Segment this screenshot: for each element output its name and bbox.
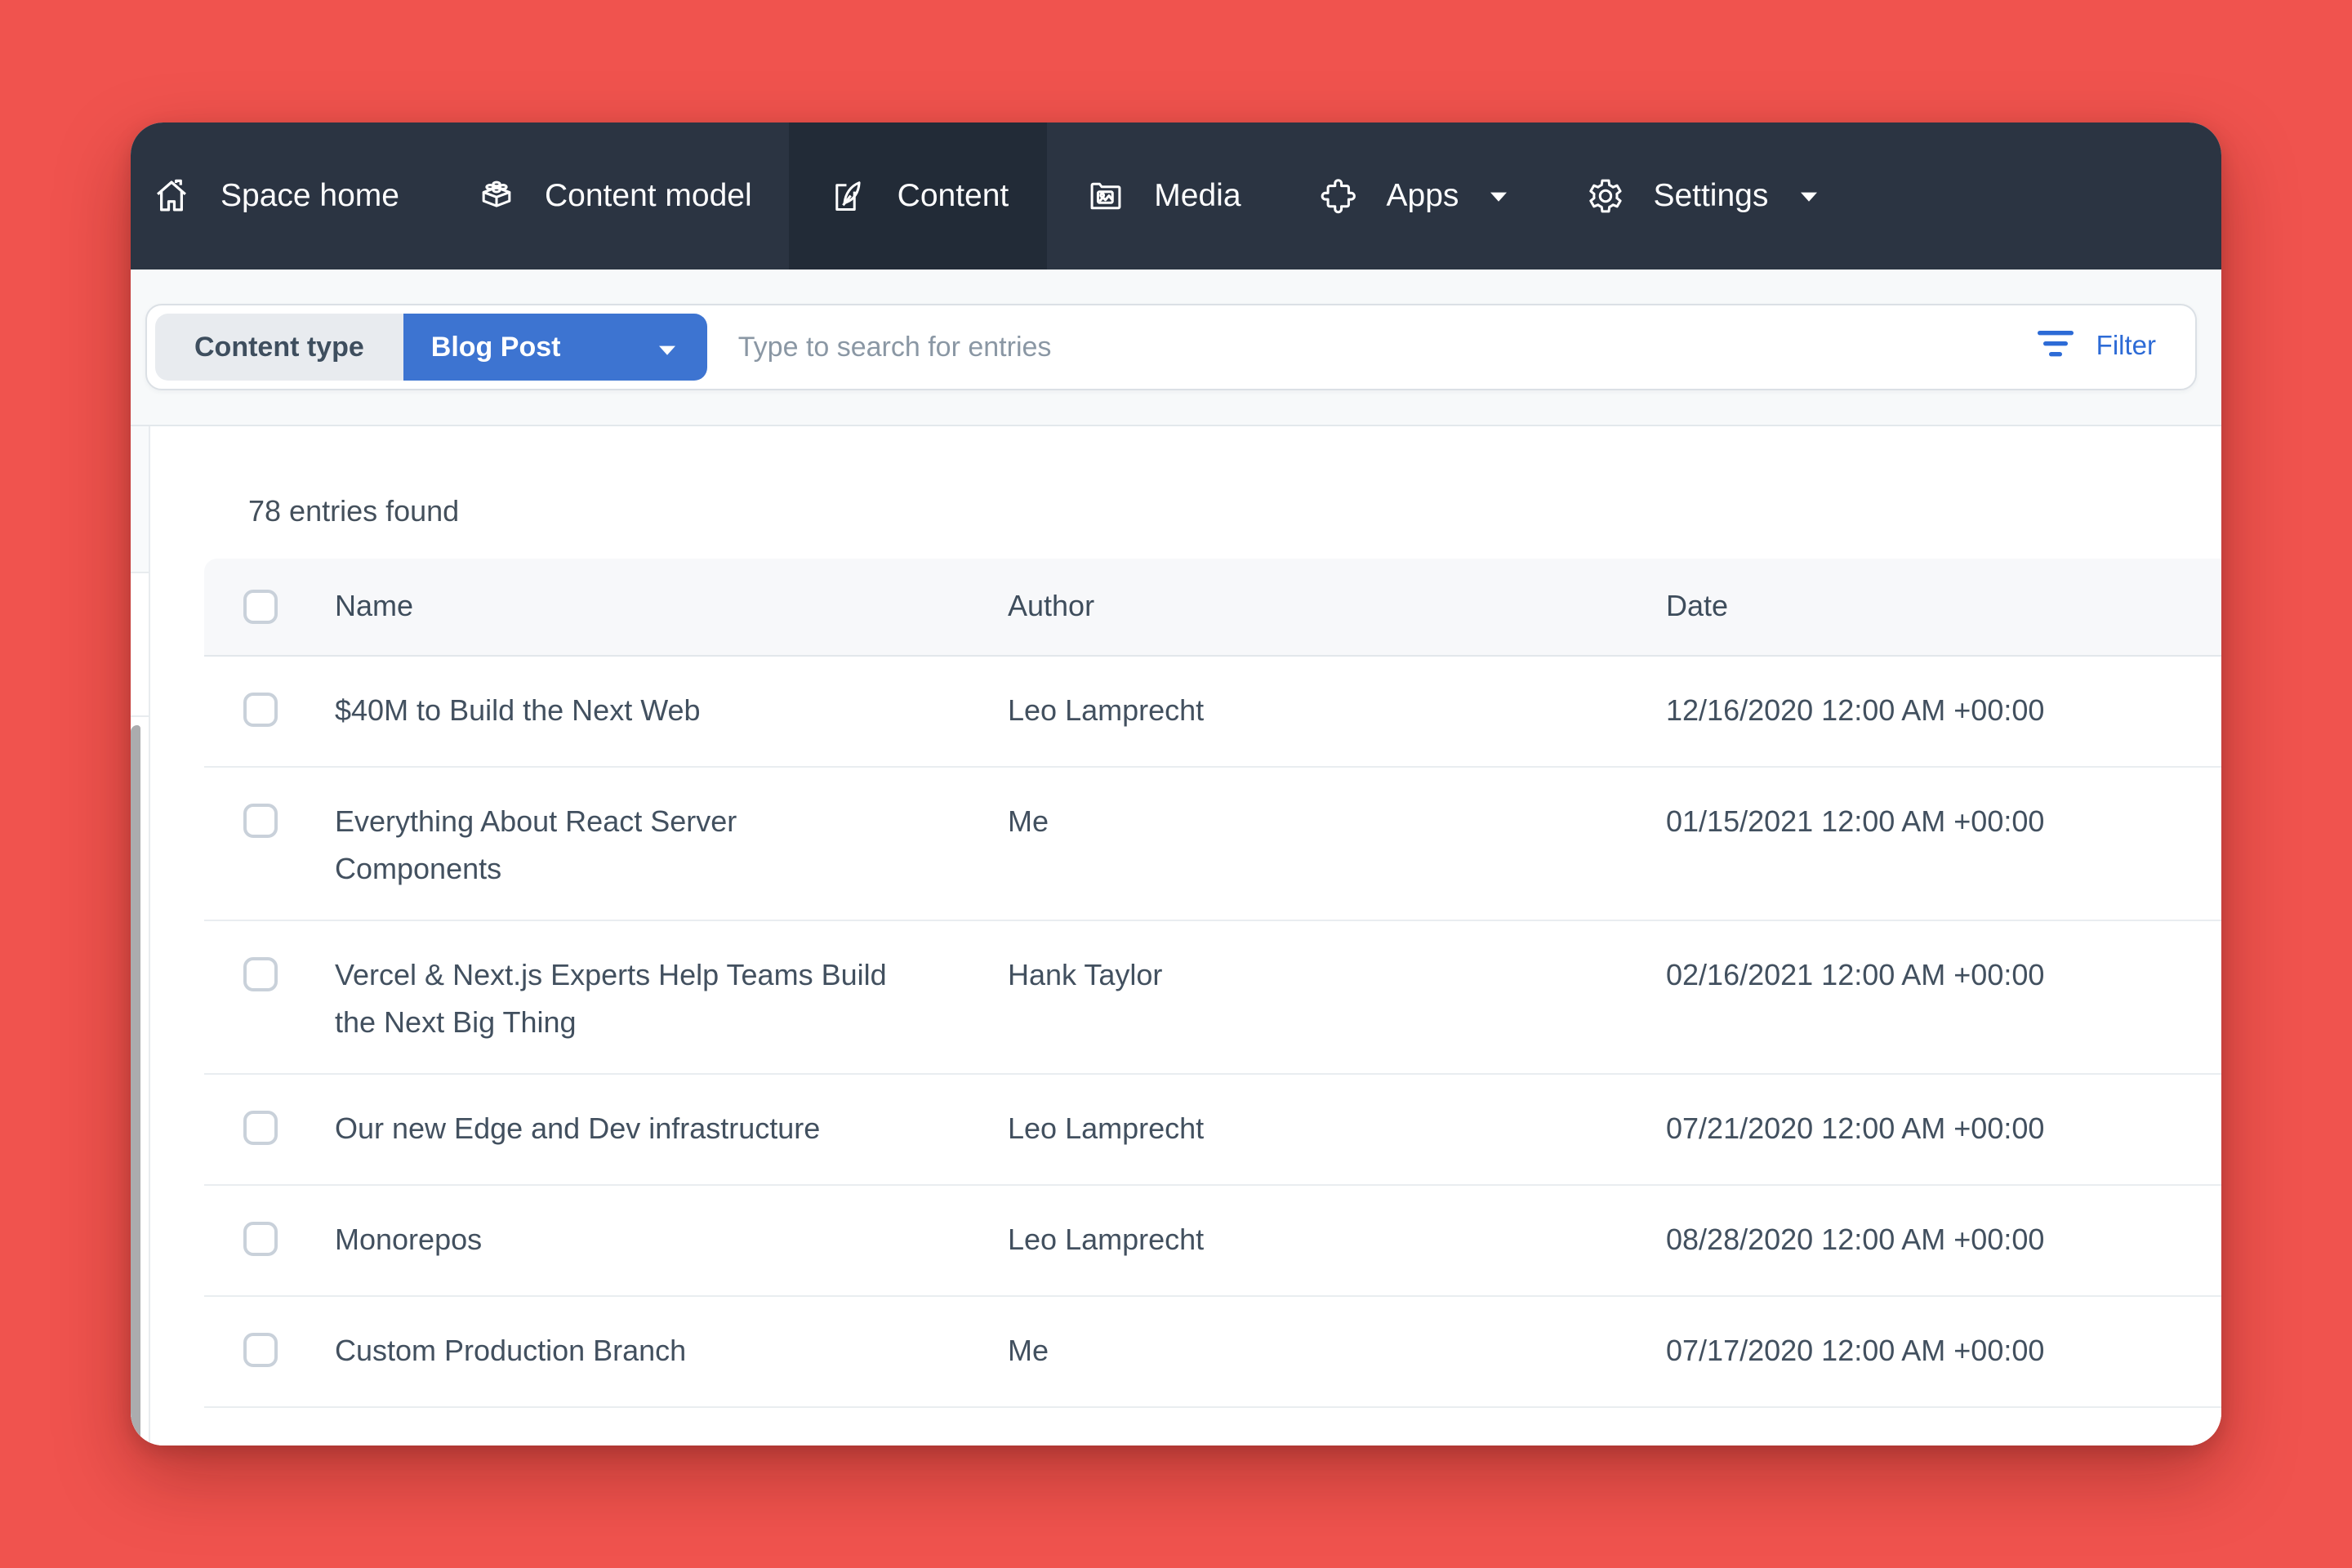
select-all-checkbox[interactable]	[243, 590, 278, 624]
nav-item-space-home[interactable]: Space home	[131, 122, 437, 270]
table-row[interactable]: $40M to Build the Next Web Leo Lamprecht…	[204, 657, 2221, 768]
chevron-down-icon	[658, 331, 676, 363]
table-row[interactable]: Vercel & Next.js Experts Help Teams Buil…	[204, 921, 2221, 1075]
gear-icon	[1583, 175, 1625, 217]
table-header-row: Name Author Date	[204, 559, 2221, 657]
entry-date: 08/28/2020 12:00 AM +00:00	[1666, 1217, 2221, 1264]
lego-brick-icon	[474, 175, 517, 217]
table-row[interactable]: Custom Production Branch Me 07/17/2020 1…	[204, 1297, 2221, 1408]
app-window: Space home Content model	[131, 122, 2221, 1446]
entry-author: Me	[1008, 1328, 1465, 1375]
entries-table: Name Author Date $40M to Build the Next …	[204, 559, 2221, 1446]
nav-item-settings[interactable]: Settings	[1545, 122, 1855, 270]
filter-icon	[2038, 329, 2075, 365]
entry-name: $40M to Build the Next Web	[335, 688, 890, 735]
content-type-value: Blog Post	[431, 331, 561, 363]
row-checkbox[interactable]	[243, 957, 278, 991]
nav-item-content-model[interactable]: Content model	[437, 122, 790, 270]
nav-item-content[interactable]: Content	[790, 122, 1047, 270]
entry-author: Leo Lamprecht	[1008, 1106, 1465, 1153]
search-input[interactable]	[707, 329, 2018, 365]
entry-search-bar: Content type Blog Post	[145, 304, 2197, 390]
top-navigation: Space home Content model	[131, 122, 2221, 270]
nav-item-label: Media	[1154, 177, 1241, 215]
entries-count: 78 entries found	[248, 495, 459, 529]
filter-label: Filter	[2096, 332, 2156, 363]
entry-name: Vercel & Next.js Experts Help Teams Buil…	[335, 952, 890, 1047]
content-type-label: Content type	[155, 314, 403, 381]
nav-item-label: Content model	[545, 177, 752, 215]
home-icon	[150, 175, 193, 217]
background-page-sliver	[131, 725, 140, 1446]
entry-date: 01/15/2021 12:00 AM +00:00	[1666, 799, 2221, 846]
entry-date: 02/16/2021 12:00 AM +00:00	[1666, 952, 2221, 1000]
background-page-segment	[131, 426, 149, 573]
chevron-down-icon	[1799, 190, 1817, 202]
table-row[interactable]: Our new Edge and Dev infrastructure Leo …	[204, 1075, 2221, 1186]
entry-name: Our new Edge and Dev infrastructure	[335, 1106, 890, 1153]
row-checkbox[interactable]	[243, 1111, 278, 1145]
nav-item-media[interactable]: Media	[1046, 122, 1278, 270]
column-header-author: Author	[1008, 590, 1465, 624]
entry-date: 07/17/2020 12:00 AM +00:00	[1666, 1328, 2221, 1375]
content-area: 78 entries found Name Author Date $40M t…	[131, 426, 2221, 1446]
entry-name: Custom Production Branch	[335, 1328, 890, 1375]
table-row[interactable]: Monorepos Leo Lamprecht 08/28/2020 12:00…	[204, 1186, 2221, 1297]
column-header-date: Date	[1666, 590, 2221, 624]
entry-name: Everything About React Server Components	[335, 799, 890, 893]
entry-name: Monorepos	[335, 1217, 890, 1264]
nav-item-label: Content	[898, 177, 1009, 215]
row-checkbox[interactable]	[243, 804, 278, 838]
filter-button[interactable]: Filter	[2018, 329, 2195, 365]
row-checkbox[interactable]	[243, 1222, 278, 1256]
entry-date: 07/21/2020 12:00 AM +00:00	[1666, 1106, 2221, 1153]
puzzle-icon	[1316, 175, 1359, 217]
column-header-name: Name	[335, 590, 890, 624]
nav-item-label: Apps	[1387, 177, 1459, 215]
entry-list-panel: 78 entries found Name Author Date $40M t…	[150, 426, 2221, 1446]
background-page-divider	[131, 715, 149, 717]
background-page-edge	[131, 426, 150, 1446]
desktop-background: Space home Content model	[0, 0, 2352, 1568]
page-quill-icon	[827, 175, 870, 217]
search-band: Content type Blog Post	[131, 270, 2221, 426]
row-checkbox[interactable]	[243, 693, 278, 727]
entry-author: Leo Lamprecht	[1008, 688, 1465, 735]
nav-item-label: Settings	[1653, 177, 1768, 215]
entry-author: Me	[1008, 799, 1465, 846]
chevron-down-icon	[1490, 190, 1508, 202]
row-checkbox[interactable]	[243, 1333, 278, 1367]
content-type-dropdown[interactable]: Blog Post	[403, 314, 707, 381]
entry-author: Leo Lamprecht	[1008, 1217, 1465, 1264]
nav-item-label: Space home	[220, 177, 399, 215]
media-folder-icon	[1084, 175, 1126, 217]
nav-item-apps[interactable]: Apps	[1279, 122, 1546, 270]
entry-author: Hank Taylor	[1008, 952, 1465, 1000]
table-row[interactable]: Everything About React Server Components…	[204, 768, 2221, 921]
entry-date: 12/16/2020 12:00 AM +00:00	[1666, 688, 2221, 735]
